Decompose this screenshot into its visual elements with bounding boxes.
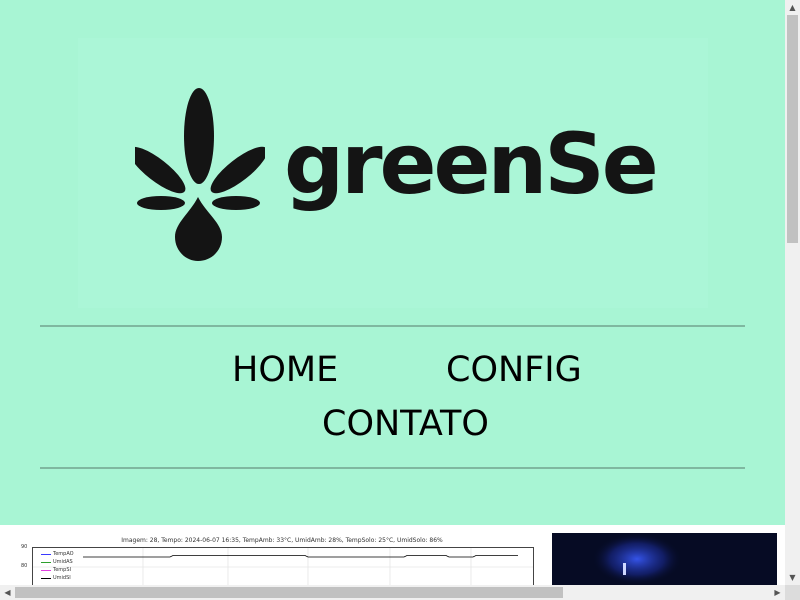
legend-label: TempAO: [53, 551, 74, 557]
legend-entry: TempAO: [39, 550, 89, 558]
series-line-umidsi: [83, 555, 518, 558]
vertical-scroll-thumb[interactable]: [787, 15, 798, 243]
scroll-up-icon[interactable]: ▲: [785, 0, 800, 15]
chart-legend: TempAO UmidAS TempSI UmidSI: [39, 550, 89, 582]
leaf-logo-icon: [135, 88, 265, 261]
legend-entry: UmidAS: [39, 558, 89, 566]
legend-entry: UmidSI: [39, 574, 89, 582]
scroll-left-icon[interactable]: ◀: [0, 585, 15, 600]
chart-plot-area: 90 80 TempAO UmidAS TempSI UmidSI: [21, 544, 534, 585]
legend-entry: TempSI: [39, 566, 89, 574]
nav-divider-top: [40, 325, 745, 327]
brand-wordmark: greenSe: [284, 115, 659, 213]
legend-label: UmidSI: [53, 575, 71, 581]
horizontal-scrollbar[interactable]: ◀ ▶: [0, 585, 785, 600]
horizontal-scroll-thumb[interactable]: [15, 587, 563, 598]
nav-link-config[interactable]: CONFIG: [446, 353, 582, 388]
scrollbar-corner: [785, 585, 800, 600]
y-tick-label: 80: [21, 563, 28, 569]
nav-link-contato[interactable]: CONTATO: [322, 407, 489, 442]
vertical-scrollbar[interactable]: ▲ ▼: [785, 0, 800, 585]
nav-divider-bottom: [40, 467, 745, 469]
camera-image: [552, 533, 777, 585]
legend-label: UmidAS: [53, 559, 73, 565]
chart-title: Imagem: 28, Tempo: 2024-06-07 16:35, Tem…: [121, 537, 443, 544]
y-tick-label: 90: [21, 544, 28, 550]
sensor-chart: Imagem: 28, Tempo: 2024-06-07 16:35, Tem…: [21, 533, 534, 585]
scroll-right-icon[interactable]: ▶: [770, 585, 785, 600]
nav-link-home[interactable]: HOME: [232, 353, 338, 388]
camera-glow: [592, 533, 682, 585]
page-viewport: greenSe HOME CONFIG CONTATO Imagem: 28, …: [0, 0, 785, 585]
legend-label: TempSI: [53, 567, 71, 573]
scroll-down-icon[interactable]: ▼: [785, 570, 800, 585]
monitor-panel: Imagem: 28, Tempo: 2024-06-07 16:35, Tem…: [0, 525, 785, 585]
chart-svg: [33, 548, 533, 585]
